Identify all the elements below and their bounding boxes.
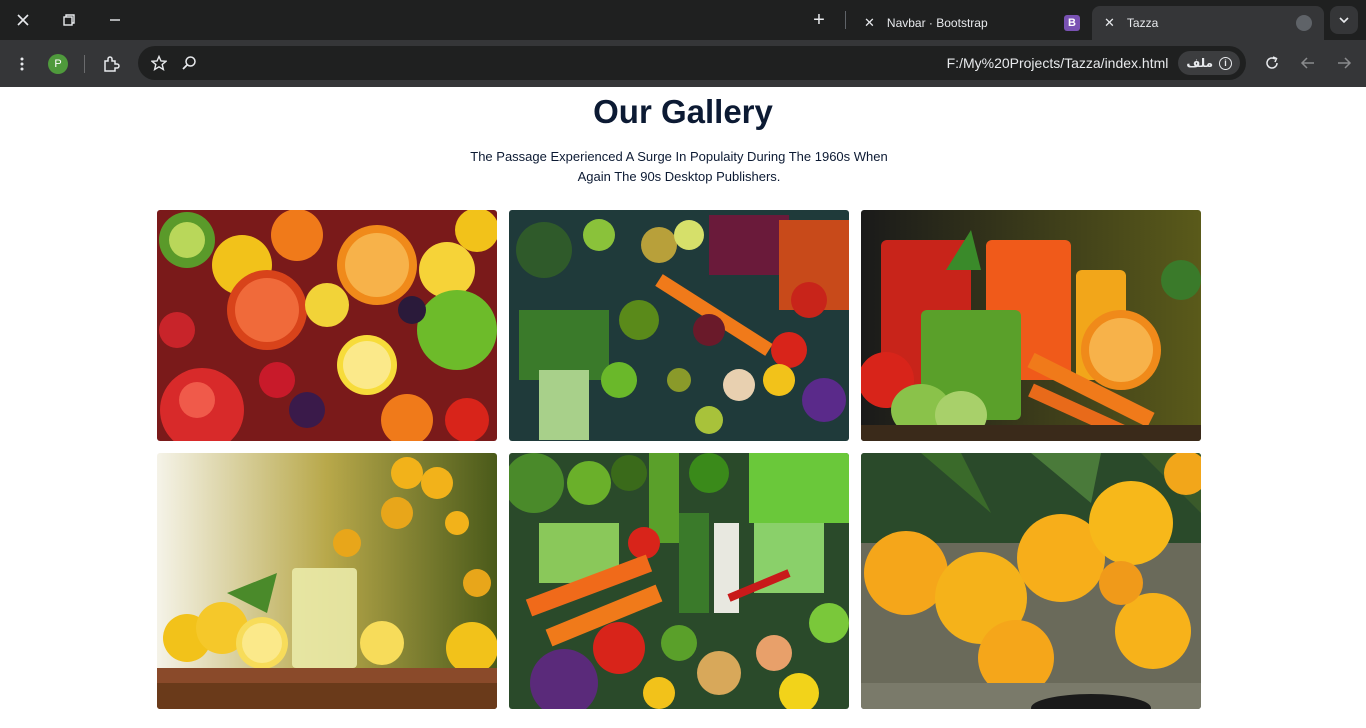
info-icon: i [1219,56,1232,70]
tab-title: Navbar · Bootstrap [886,16,988,30]
tab-separator [845,11,846,29]
close-window-icon[interactable] [0,0,46,40]
browser-toolbar: P F:/My%20Projects/Tazza/index.html ملف … [0,40,1366,87]
avatar: P [48,53,68,74]
web-page-content: Our Gallery The Passage Experienced A Su… [0,87,1366,728]
gallery-image-lemonade [157,453,497,709]
chevron-down-icon [1339,17,1349,23]
globe-icon [1296,15,1312,31]
back-arrow-icon[interactable] [1290,45,1326,81]
toolbar-separator [84,54,85,73]
address-bar[interactable]: F:/My%20Projects/Tazza/index.html ملف i [138,46,1246,80]
gallery-image-vegetables-mix [509,453,849,709]
tab-navbar-bootstrap[interactable]: ✕ Navbar · Bootstrap B [852,6,1092,40]
forward-arrow-icon[interactable] [1326,45,1362,81]
new-tab-button[interactable]: + [803,4,835,36]
menu-kebab-icon[interactable] [4,46,40,82]
url-text[interactable]: F:/My%20Projects/Tazza/index.html [204,55,1178,71]
gallery-title: Our Gallery [593,93,773,130]
reload-icon[interactable] [1254,45,1290,81]
extensions-puzzle-icon[interactable] [93,46,129,82]
restore-window-icon[interactable] [46,0,92,40]
tab-tazza[interactable]: ✕ Tazza [1092,6,1324,40]
site-info-chip[interactable]: ملف i [1178,51,1240,75]
bootstrap-icon: B [1064,15,1080,31]
tab-close-icon[interactable]: ✕ [864,15,875,31]
site-info-label: ملف [1186,56,1213,70]
tab-search-dropdown-button[interactable] [1330,6,1358,34]
minimize-window-icon[interactable] [92,0,138,40]
bookmark-star-icon[interactable] [144,45,174,81]
profile-button[interactable]: P [40,46,76,82]
gallery-image-juices [861,210,1201,441]
gallery-image-fruits [157,210,497,441]
gallery-image-oranges-tree [861,453,1201,709]
gallery-description: The Passage Experienced A Surge In Popul… [470,149,888,184]
zoom-search-icon[interactable] [174,45,204,81]
title-bar: + ✕ Navbar · Bootstrap B ✕ Tazza [0,0,1366,40]
tab-title: Tazza [1126,16,1159,30]
gallery-image-vegetables-colorful [509,210,849,441]
tab-close-icon[interactable]: ✕ [1104,15,1115,31]
